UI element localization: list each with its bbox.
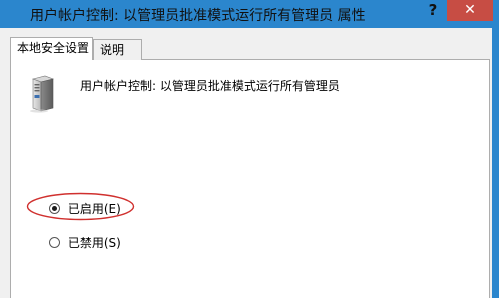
window-border xyxy=(492,28,499,298)
window-title: 用户帐户控制: 以管理员批准模式运行所有管理员 属性 xyxy=(30,8,366,24)
help-button[interactable]: ? xyxy=(422,0,444,22)
close-button[interactable]: ✕ xyxy=(447,0,493,21)
disabled-option[interactable]: 已禁用(S) xyxy=(49,234,121,250)
tab-explain[interactable]: 说明 xyxy=(93,39,142,60)
properties-window: 用户帐户控制: 以管理员批准模式运行所有管理员 属性 ? ✕ 本地安全设置 说明 xyxy=(0,0,499,298)
enabled-option[interactable]: 已启用(E) xyxy=(49,200,121,216)
enabled-label[interactable]: 已启用(E) xyxy=(68,200,121,217)
tab-panel: 用户帐户控制: 以管理员批准模式运行所有管理员 已启用(E) 已禁用(S) xyxy=(10,59,490,298)
server-icon xyxy=(30,75,55,113)
policy-name: 用户帐户控制: 以管理员批准模式运行所有管理员 xyxy=(80,79,340,93)
title-bar[interactable]: 用户帐户控制: 以管理员批准模式运行所有管理员 属性 ? ✕ xyxy=(0,0,499,28)
dialog-client-area: 本地安全设置 说明 用户帐户控制: 以管理员批准模式运行所有管理员 已启用(E)… xyxy=(0,28,492,298)
enabled-radio[interactable] xyxy=(49,203,60,214)
disabled-radio[interactable] xyxy=(49,237,60,248)
disabled-label[interactable]: 已禁用(S) xyxy=(68,234,121,251)
tab-local-security-setting[interactable]: 本地安全设置 xyxy=(10,37,93,60)
